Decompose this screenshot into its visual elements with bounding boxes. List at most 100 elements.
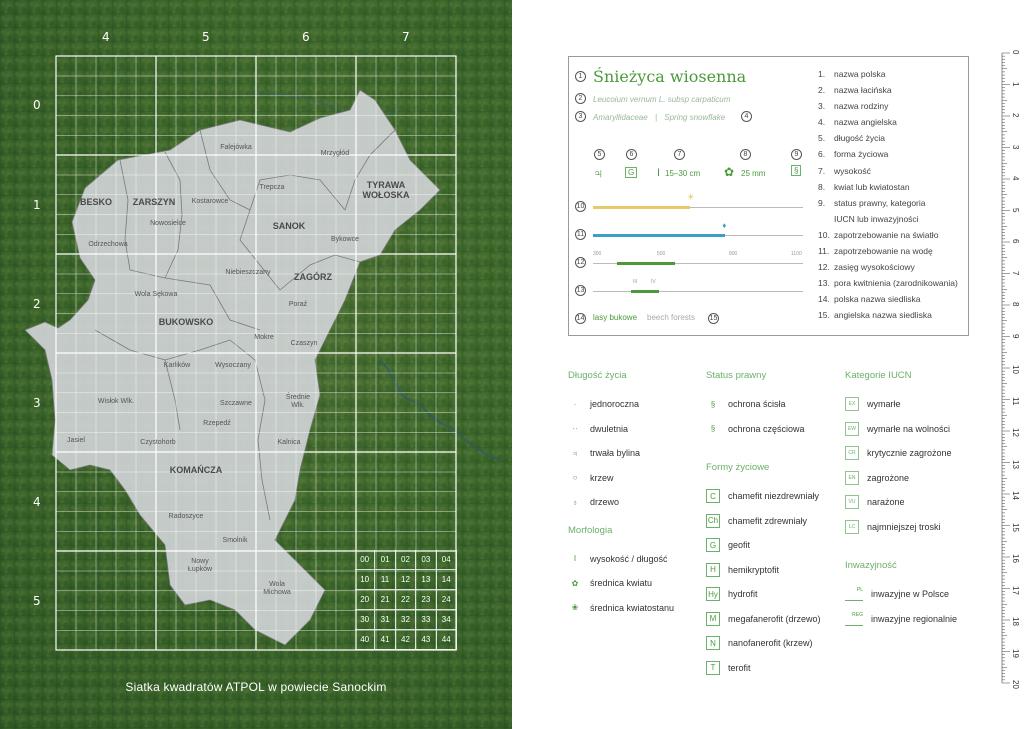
legend-label: średnica kwiatostanu [590, 602, 675, 613]
legend-title-iucn: Kategorie IUCN [845, 370, 912, 381]
place-label: Trepcza [259, 184, 285, 191]
key-list-text: zapotrzebowanie na wodę [834, 246, 933, 257]
marker-7: 7 [674, 149, 685, 160]
grid-col-label: 5 [202, 30, 210, 44]
annual-icon: · [573, 399, 577, 409]
grid-col-label: 7 [402, 30, 410, 44]
key-cell: 12 [395, 570, 417, 590]
key-list-number: 7. [818, 165, 826, 176]
legend-label: terofit [728, 662, 751, 673]
legend-label: zagrożone [867, 472, 910, 483]
key-cell: 14 [436, 570, 457, 590]
place-label: Jasiel [67, 437, 85, 444]
place-label: Kostarowce [191, 198, 229, 205]
legend-label: wysokość / długość [590, 553, 668, 564]
key-cell: 11 [375, 570, 396, 590]
marker-9: 9 [791, 149, 802, 160]
marker-3: 3 [575, 111, 586, 122]
key-cell: 00 [355, 550, 376, 570]
grid-col-label: 4 [102, 30, 110, 44]
ruler-number: 0 [1011, 50, 1020, 55]
legend-item-lifespan: ·· dwuletnia [568, 417, 698, 442]
place-label: Nowy Łupków [187, 558, 213, 573]
key-cell: 01 [375, 550, 396, 570]
marker-2: 2 [575, 93, 586, 104]
grid-row-label: 3 [33, 396, 41, 410]
legend-label: wymarłe na wolności [867, 423, 951, 434]
shrub-icon: ○ [572, 473, 578, 483]
legend-title-forms: Formy życiowe [706, 462, 770, 473]
geophyte-icon: G [625, 167, 638, 178]
key-list-text: nazwa polska [834, 69, 886, 79]
key-list-number: 13. [818, 278, 830, 289]
height-icon: I [573, 554, 577, 564]
key-list-item: 4. nazwa angielska [818, 117, 978, 133]
legend-label: megafanerofit (drzewo) [728, 613, 821, 624]
key-list-item: 13. pora kwitnienia (zarodnikowania) [818, 278, 978, 294]
legend-label: najmniejszej troski [867, 521, 941, 532]
key-list-item: 9. status prawny, kategoria [818, 198, 978, 214]
forms-icon: N [706, 636, 720, 651]
legend-item-morphology: Iwysokość / długość [568, 547, 698, 572]
atpol-map-panel: 4 5 6 7 0 1 2 3 4 5 BESKO ZARSZYN SANOK … [0, 0, 512, 729]
iucn-icon: LC [845, 519, 859, 534]
region-label: BUKOWSKO [158, 317, 214, 327]
drop-icon: ♦ [722, 221, 727, 230]
habitat-en: beech forests [647, 313, 696, 322]
ruler-number: 17 [1011, 585, 1020, 595]
region-label: BESKO [79, 197, 113, 207]
marker-14: 14 [575, 313, 586, 324]
legend-label: wymarłe [867, 399, 901, 410]
place-label: Czaszyn [290, 340, 318, 347]
place-label: Nowosielce [150, 220, 186, 227]
forms-icon: Ch [706, 513, 720, 528]
family-name: Amaryllidaceae [593, 113, 648, 122]
species-name-pl: Śnieżyca wiosenna [593, 67, 747, 86]
ruler: 0 1 2 3 4 5 6 7 8 9 10 11 12 13 14 15 16 17 18 19 20 [1000, 48, 1024, 689]
place-label: Wola Sękowa [134, 291, 178, 298]
bloom-tick: III [633, 279, 638, 285]
legend-column-1: Długość życia · jednoroczna ·· dwuletnia ♃ tr… [568, 370, 698, 620]
legend-item-forms: Ggeofit [706, 533, 836, 558]
marker-5: 5 [594, 149, 605, 160]
key-list-item: 12. zasięg wysokościowy [818, 262, 978, 278]
iucn-icon: EX [845, 397, 859, 412]
marker-4: 4 [741, 111, 752, 122]
legend-label: hemikryptofit [728, 564, 780, 575]
region-label: KOMAŃCZA [169, 465, 223, 475]
grid-row-label: 5 [33, 594, 41, 608]
legend-label: inwazyjne w Polsce [871, 589, 950, 600]
ruler-number: 7 [1011, 270, 1020, 275]
legend-label: geofit [728, 540, 751, 551]
key-cell: 10 [355, 570, 376, 590]
ruler-number: 10 [1011, 365, 1020, 374]
key-list-item: 8. kwiat lub kwiatostan [818, 182, 978, 198]
place-label: Wysoczany [215, 362, 251, 369]
ruler-number: 15 [1011, 522, 1020, 532]
key-list-number: 10. [818, 229, 830, 240]
legend-label: hydrofit [728, 589, 758, 600]
ruler-number: 8 [1011, 302, 1020, 307]
legend-item-iucn: VU narażone [845, 490, 985, 515]
ruler-number: 11 [1011, 396, 1020, 405]
key-list-number: 12. [818, 262, 830, 273]
legend-item-lifespan: ♃ trwała bylina [568, 441, 698, 466]
altitude-tick: 1100 [791, 251, 802, 257]
key-cell: 41 [375, 630, 396, 650]
altitude-bar [617, 262, 675, 265]
place-label: Mrzygłód [320, 150, 350, 157]
legend-item-forms: Hhemikryptofit [706, 558, 836, 583]
forms-icon: H [706, 562, 720, 577]
marker-11: 11 [575, 229, 586, 240]
legend-item-forms: Ch chamefit zdrewniały [706, 509, 836, 534]
legend-label: narażone [867, 497, 905, 508]
iucn-icon: VU [845, 495, 859, 510]
place-label: Rzepedź [203, 420, 231, 427]
iucn-icon: CR [845, 446, 859, 461]
key-cell: 04 [436, 550, 457, 570]
legend-label: jednoroczna [590, 399, 640, 410]
altitude-tick: 800 [729, 251, 738, 257]
ruler-number: 6 [1011, 239, 1020, 244]
key-list-item: 1. nazwa polska [818, 69, 978, 85]
legend-label: trwała bylina [590, 448, 641, 459]
